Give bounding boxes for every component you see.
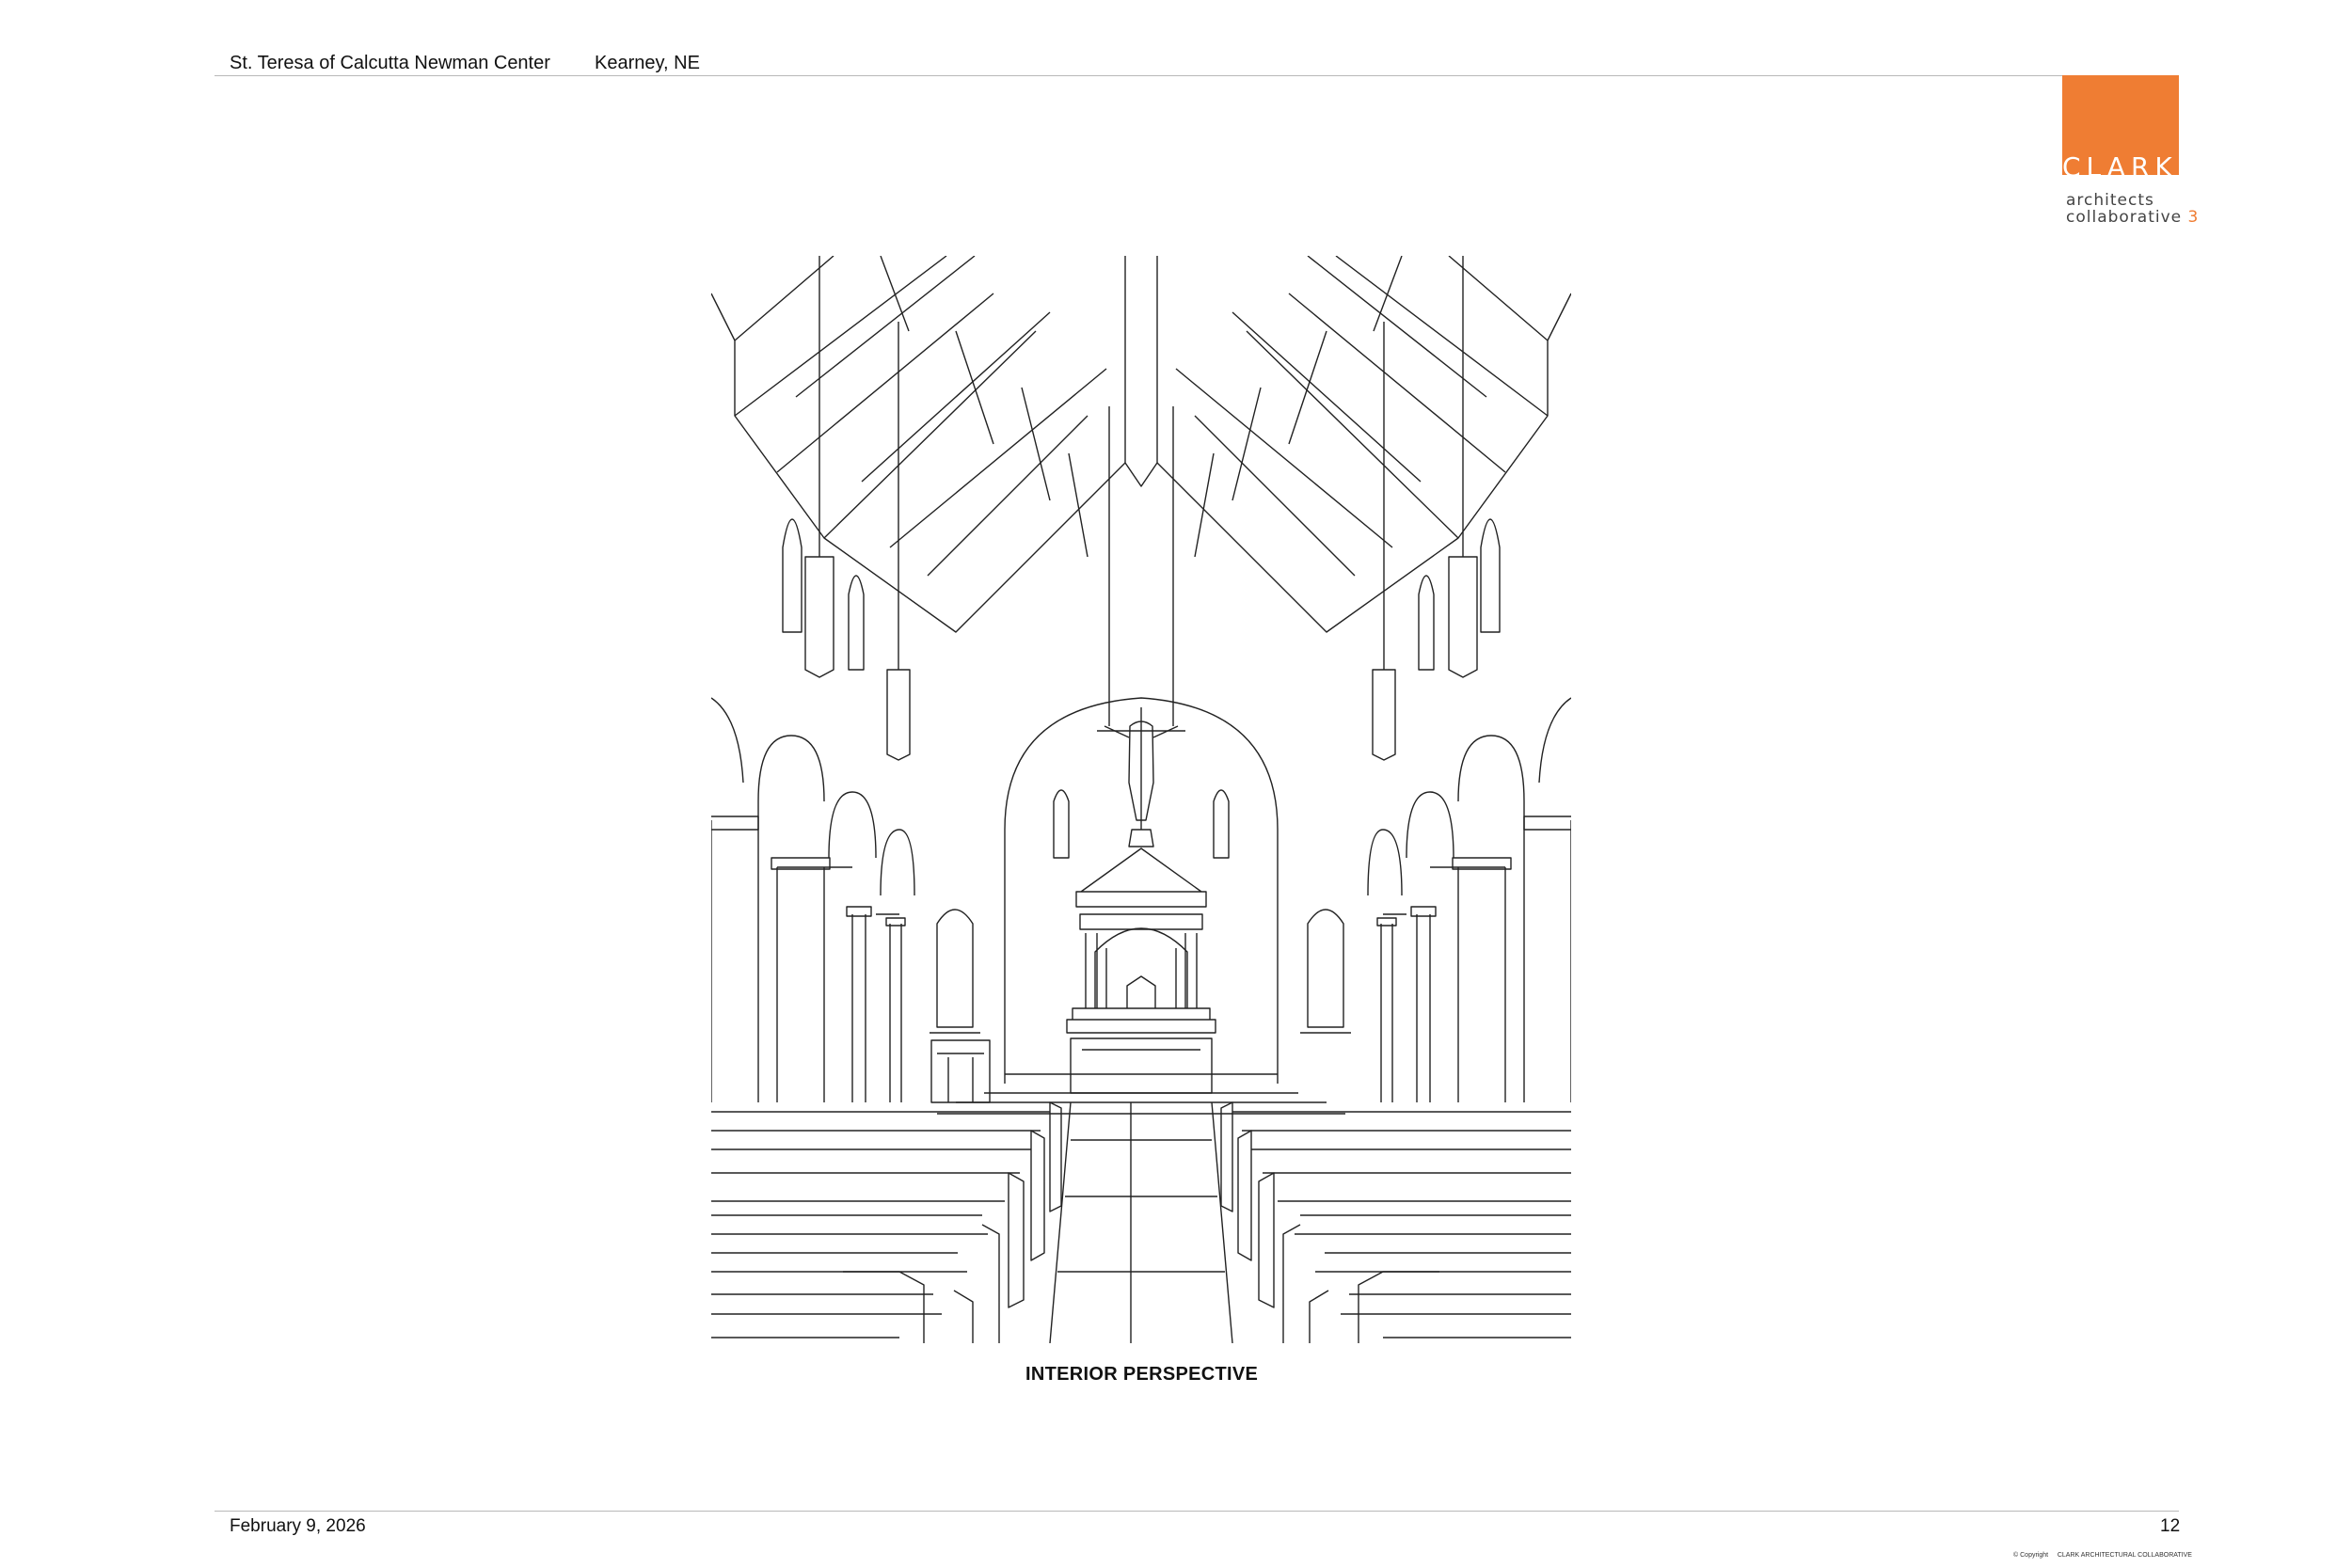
baldachin-arch: [1094, 927, 1188, 1008]
niche-right: [1300, 909, 1351, 1034]
copyright-label: Copyright: [2020, 1552, 2049, 1559]
copyright-holder: CLARK ARCHITECTURAL COLLABORATIVE: [2057, 1552, 2192, 1559]
clerestory-windows: [782, 518, 1501, 671]
aisle-floor-lines: [1057, 1102, 1225, 1343]
header-rule: [215, 75, 2179, 76]
pew-ends-right: [1220, 1101, 1439, 1343]
window-upper-left-2: [848, 575, 865, 671]
arcade-right-piers: [1380, 816, 1571, 1102]
altar-table: [1070, 1037, 1213, 1094]
apse-window-left: [1053, 789, 1070, 859]
pendant-light-right-outer: [1448, 256, 1478, 678]
pews-right: [1220, 1101, 1571, 1343]
logo-number: 3: [2187, 208, 2200, 227]
nave-arcade-right: [1367, 697, 1571, 1102]
crucifix-cross: [1097, 707, 1185, 830]
aisle-edges: [1049, 1101, 1233, 1343]
roof-purlins-left: [776, 256, 1107, 577]
sanctuary-light-cords: [1108, 406, 1174, 726]
apse: [930, 697, 1351, 1084]
roof-structure: [711, 256, 1571, 633]
altar-platform: [984, 1073, 1298, 1094]
drawing-caption: INTERIOR PERSPECTIVE: [1025, 1364, 1259, 1385]
document-date: February 9, 2026: [230, 1516, 366, 1536]
project-name: St. Teresa of Calcutta Newman Center: [230, 53, 550, 73]
baldachin: [984, 847, 1298, 1094]
pendant-lights: [804, 256, 1478, 761]
copyright-notice: © Copyright CLARK ARCHITECTURAL COLLABOR…: [2013, 1552, 2192, 1559]
footer-rule: [215, 1511, 2179, 1512]
arcade-left-piers: [711, 816, 902, 1102]
window-upper-left-1: [782, 518, 803, 633]
pews-left: [711, 1101, 1062, 1343]
window-upper-right-1: [1480, 518, 1501, 633]
roof-outline-left: [711, 256, 1126, 633]
baldachin-roof: [1075, 847, 1207, 908]
copyright-symbol: ©: [2013, 1552, 2019, 1559]
crucifix: [1097, 707, 1185, 847]
project-location: Kearney, NE: [595, 53, 700, 73]
page-number: 12: [2160, 1516, 2181, 1536]
niche-left: [930, 909, 980, 1034]
ambo-body: [930, 1039, 991, 1103]
arcade-left-arches: [711, 697, 915, 1102]
baldachin-entablature: [1079, 913, 1203, 930]
ridge-beam: [1124, 256, 1158, 487]
altar-gradines: [1066, 1007, 1216, 1034]
logo-collaborative-text: collaborative: [2066, 208, 2183, 227]
arcade-left-capitals: [771, 857, 906, 927]
center-aisle: [937, 1101, 1345, 1343]
altar-tabernacle: [1126, 975, 1156, 1008]
window-upper-right-2: [1418, 575, 1435, 671]
arcade-right-capitals: [1376, 857, 1512, 927]
pendant-light-left-inner: [886, 322, 911, 761]
logo-word: CLARK: [2062, 151, 2178, 182]
logo-line-architects: architects: [2066, 191, 2154, 210]
interior-perspective-drawing: [711, 256, 1571, 1343]
nave-arcade-left: [711, 697, 915, 1102]
roof-outline-right: [1156, 256, 1571, 633]
arcade-right-arches: [1367, 697, 1571, 1102]
apse-window-right: [1213, 789, 1230, 859]
roof-purlins-right: [1175, 256, 1506, 577]
pew-ends-left: [843, 1101, 1062, 1343]
pendant-light-left-outer: [804, 256, 834, 678]
pendant-light-right-inner: [1372, 322, 1396, 761]
ambo: [930, 1039, 991, 1103]
logo-line-collaborative: collaborative 3: [2066, 210, 2199, 226]
crucifix-base: [1128, 829, 1154, 847]
